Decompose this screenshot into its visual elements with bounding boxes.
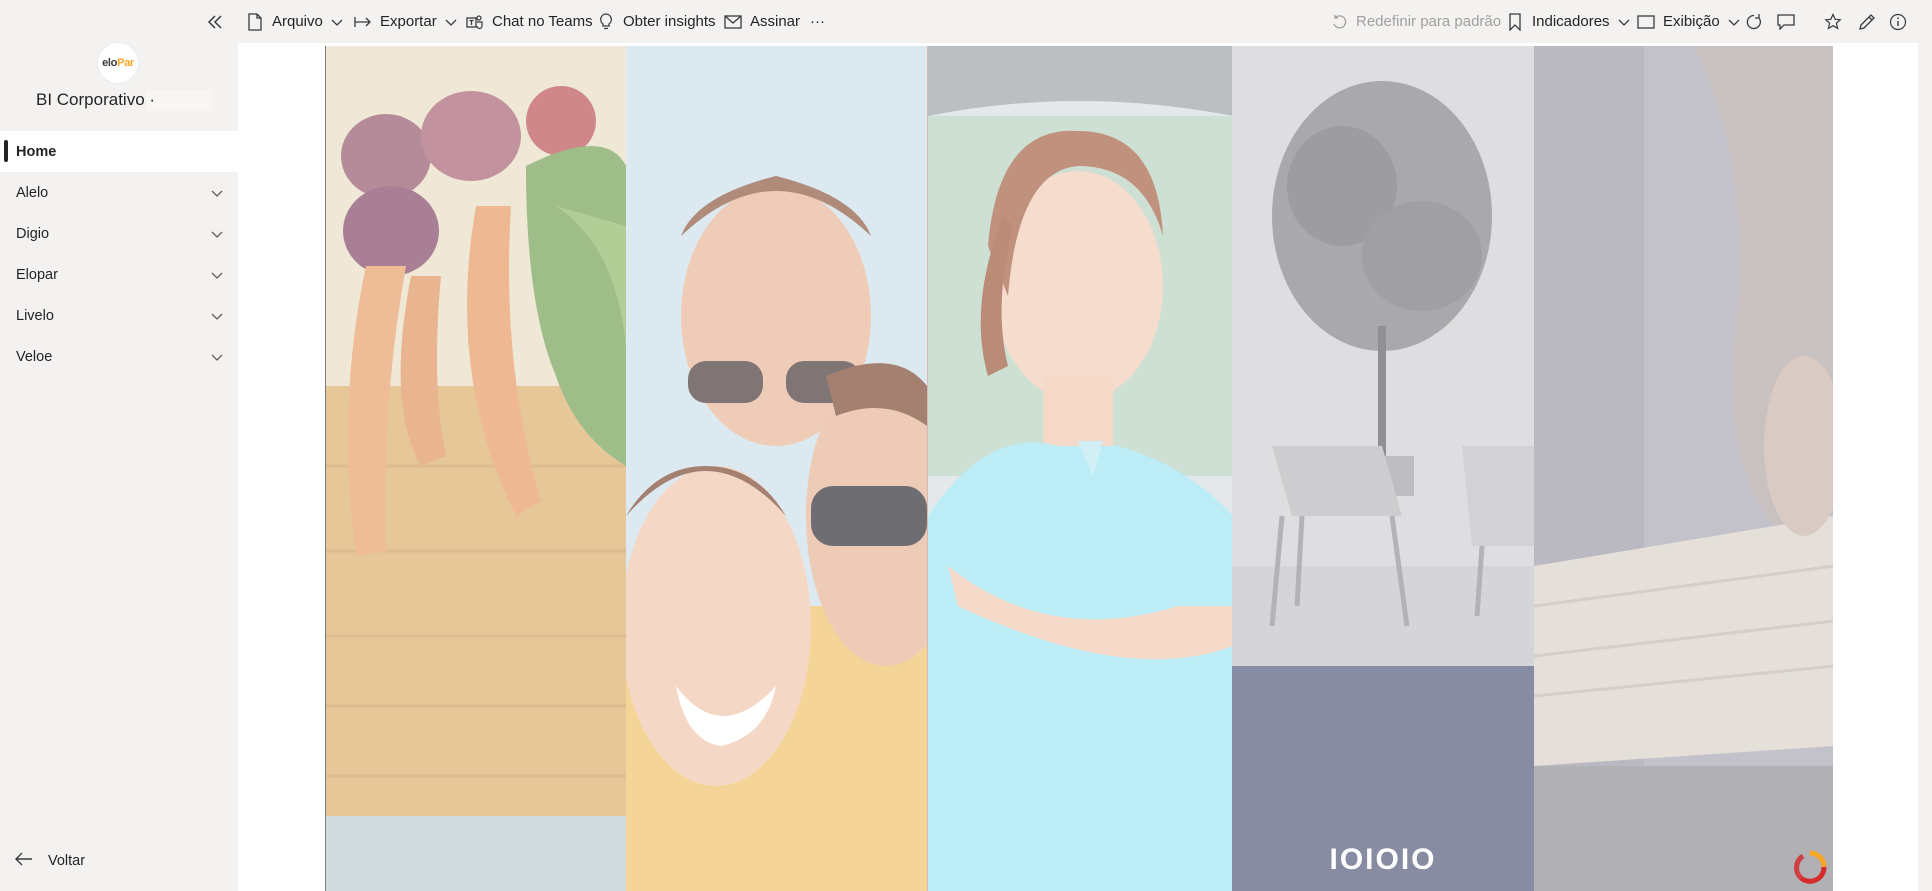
nav-item-label: Alelo xyxy=(16,184,49,201)
subscribe-button[interactable]: Assinar xyxy=(723,0,800,43)
photo-woman-driving xyxy=(927,46,1232,891)
photo-friends-selfie xyxy=(626,46,927,891)
export-arrow-icon xyxy=(353,12,373,32)
chevron-down-icon xyxy=(210,186,224,200)
file-menu-button[interactable]: Arquivo xyxy=(245,0,343,43)
favorite-star-icon[interactable] xyxy=(1822,11,1844,33)
lightbulb-icon xyxy=(596,12,616,32)
teams-icon xyxy=(465,12,485,32)
bookmarks-label: Indicadores xyxy=(1532,13,1610,30)
edit-pencil-icon[interactable] xyxy=(1856,11,1878,33)
reset-default-button[interactable]: Redefinir para padrão xyxy=(1329,0,1501,43)
photo-vegetables xyxy=(326,46,626,891)
report-toolbar: Arquivo Exportar Chat no Teams Obter ins… xyxy=(0,0,1932,43)
report-page: IOIOIO xyxy=(325,46,1833,891)
nav-item-label: Home xyxy=(16,143,57,160)
nav-item-digio[interactable]: Digio xyxy=(0,213,238,254)
info-icon[interactable] xyxy=(1887,11,1909,33)
view-menu-button[interactable]: Exibição xyxy=(1636,0,1740,43)
chat-teams-button[interactable]: Chat no Teams xyxy=(465,0,593,43)
nav-item-livelo[interactable]: Livelo xyxy=(0,295,238,336)
chevron-down-icon xyxy=(210,227,224,241)
logo-text-par: Par xyxy=(117,57,134,69)
chat-teams-label: Chat no Teams xyxy=(492,13,593,30)
subscribe-label: Assinar xyxy=(750,13,801,30)
nav-item-label: Veloe xyxy=(16,348,53,365)
collapse-nav-icon[interactable] xyxy=(204,11,226,33)
workspace-logo: eloPar xyxy=(98,43,138,83)
get-insights-label: Obter insights xyxy=(623,13,716,30)
back-label: Voltar xyxy=(48,853,86,869)
chevron-down-icon xyxy=(331,16,343,28)
brand-logotype: IOIOIO xyxy=(1329,843,1437,876)
bookmark-icon xyxy=(1505,12,1525,32)
chevron-down-icon xyxy=(210,309,224,323)
nav-item-label: Digio xyxy=(16,225,50,242)
export-menu-label: Exportar xyxy=(380,13,437,30)
photo-hands-papers xyxy=(1534,46,1833,891)
chevron-down-icon xyxy=(210,268,224,282)
photo-interior-plant: IOIOIO xyxy=(1232,46,1534,891)
bookmarks-menu-button[interactable]: Indicadores xyxy=(1505,0,1630,43)
nav-item-alelo[interactable]: Alelo xyxy=(0,172,238,213)
file-menu-label: Arquivo xyxy=(272,13,323,30)
chevron-down-icon xyxy=(1618,16,1630,28)
nav-item-elopar[interactable]: Elopar xyxy=(0,254,238,295)
more-options-label: ··· xyxy=(810,13,825,30)
arrow-left-icon xyxy=(14,851,34,871)
nav-item-home[interactable]: Home xyxy=(0,131,238,172)
get-insights-button[interactable]: Obter insights xyxy=(596,0,716,43)
chevron-down-icon xyxy=(210,350,224,364)
logo-text-elo: elo xyxy=(102,57,118,69)
nav-item-label: Elopar xyxy=(16,266,58,283)
view-menu-label: Exibição xyxy=(1663,13,1720,30)
app-navigation: eloPar BI Corporativo · Home Alelo Digio… xyxy=(0,43,238,891)
chevron-down-icon xyxy=(445,16,457,28)
nav-item-veloe[interactable]: Veloe xyxy=(0,336,238,377)
nav-item-label: Livelo xyxy=(16,307,54,324)
back-button[interactable]: Voltar xyxy=(14,849,85,873)
undo-icon xyxy=(1329,12,1349,32)
comment-icon[interactable] xyxy=(1775,11,1797,33)
mail-icon xyxy=(723,12,743,32)
nav-list: Home Alelo Digio Elopar Livelo Veloe xyxy=(0,131,238,377)
corner-brand-logo-icon xyxy=(1793,850,1827,884)
more-options-button[interactable]: ··· xyxy=(810,0,825,43)
canvas-scroll-edge xyxy=(1918,43,1932,891)
chevron-down-icon xyxy=(1728,16,1740,28)
reset-default-label: Redefinir para padrão xyxy=(1356,13,1502,30)
refresh-icon[interactable] xyxy=(1743,11,1765,33)
workspace-title: BI Corporativo · xyxy=(36,90,156,109)
export-menu-button[interactable]: Exportar xyxy=(353,0,457,43)
view-window-icon xyxy=(1636,12,1656,32)
file-icon xyxy=(245,12,265,32)
